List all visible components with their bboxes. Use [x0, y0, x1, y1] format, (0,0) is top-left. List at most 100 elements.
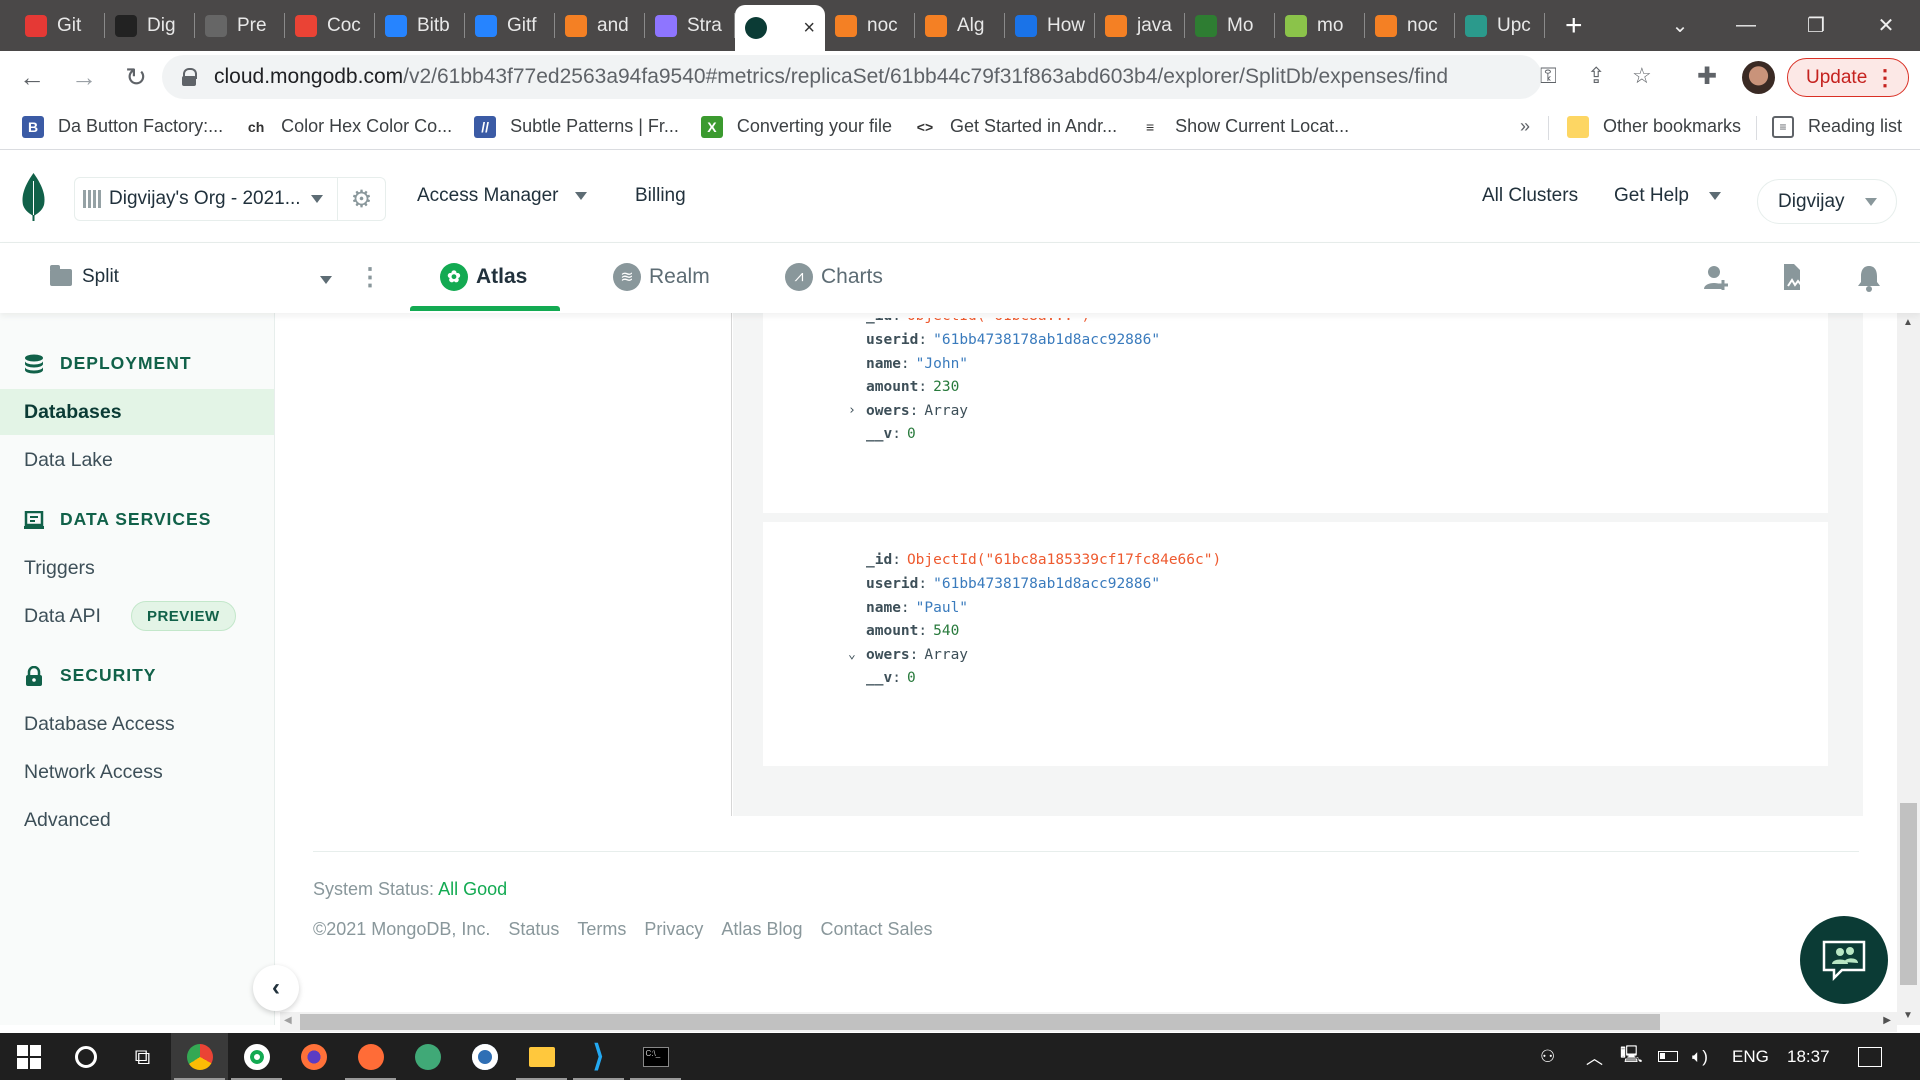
windows-start-button[interactable]	[0, 1033, 57, 1080]
taskbar-vscode[interactable]: ⟩	[570, 1033, 627, 1080]
browser-tab[interactable]: Bitb	[375, 0, 465, 51]
activity-feed-icon[interactable]	[1778, 263, 1808, 293]
org-settings-gear-icon[interactable]: ⚙	[338, 185, 385, 214]
browser-tab[interactable]: Upc	[1455, 0, 1545, 51]
billing-link[interactable]: Billing	[635, 185, 686, 207]
bookmark-item[interactable]: <> Get Started in Andr...	[913, 115, 1117, 138]
sidebar-item-data-lake[interactable]: Data Lake	[0, 437, 274, 483]
sidebar-item-database-access[interactable]: Database Access	[0, 701, 274, 747]
more-bookmarks-chevron-icon[interactable]: »	[1520, 116, 1530, 137]
browser-tab[interactable]: Gitf	[465, 0, 555, 51]
browser-tab[interactable]: How	[1005, 0, 1095, 51]
system-status-value[interactable]: All Good	[438, 879, 507, 899]
taskbar-mongodb-compass[interactable]	[228, 1033, 285, 1080]
reload-button[interactable]: ↻	[116, 58, 156, 98]
access-manager-menu[interactable]: Access Manager	[417, 185, 587, 207]
invite-user-icon[interactable]	[1702, 263, 1732, 293]
minimize-window-button[interactable]: —	[1716, 0, 1776, 51]
horizontal-scrollbar[interactable]: ◀ ▶	[280, 1012, 1897, 1032]
footer-link-terms[interactable]: Terms	[577, 919, 626, 940]
browser-tab[interactable]: and	[555, 0, 645, 51]
footer-link-status[interactable]: Status	[508, 919, 559, 940]
sidebar-item-triggers[interactable]: Triggers	[0, 545, 274, 591]
browser-tab[interactable]: Git	[15, 0, 105, 51]
browser-tab[interactable]: ×	[735, 5, 825, 51]
close-tab-icon[interactable]: ×	[803, 17, 815, 40]
footer-link-contact-sales[interactable]: Contact Sales	[820, 919, 932, 940]
all-clusters-link[interactable]: All Clusters	[1482, 185, 1578, 207]
get-help-menu[interactable]: Get Help	[1614, 185, 1721, 207]
browser-tab[interactable]: Coc	[285, 0, 375, 51]
taskbar-app[interactable]	[456, 1033, 513, 1080]
bookmark-item[interactable]: ch Color Hex Color Co...	[245, 115, 452, 138]
taskbar-atom[interactable]	[399, 1033, 456, 1080]
tab-realm[interactable]: ≋ Realm	[613, 263, 710, 291]
scroll-left-arrow-icon[interactable]: ◀	[284, 1015, 292, 1026]
browser-tab[interactable]: java	[1095, 0, 1185, 51]
mongodb-leaf-logo[interactable]	[21, 173, 46, 221]
scroll-right-arrow-icon[interactable]: ▶	[1883, 1015, 1891, 1026]
clock[interactable]: 18:37	[1787, 1033, 1830, 1080]
volume-icon[interactable]: 🔈︎)	[1692, 1033, 1708, 1080]
expand-chevron-icon[interactable]: ›	[848, 403, 856, 418]
footer-link-atlas-blog[interactable]: Atlas Blog	[721, 919, 802, 940]
bookmark-item[interactable]: B Da Button Factory:...	[22, 115, 223, 138]
org-dropdown[interactable]: Digvijay's Org - 2021...	[75, 178, 338, 220]
profile-avatar[interactable]	[1742, 61, 1775, 94]
update-button[interactable]: Update ⋮	[1787, 58, 1909, 97]
footer-link-privacy[interactable]: Privacy	[644, 919, 703, 940]
bookmark-star-icon[interactable]: ☆	[1632, 63, 1652, 89]
taskbar-postman[interactable]	[342, 1033, 399, 1080]
browser-tab[interactable]: Mo	[1185, 0, 1275, 51]
show-hidden-icons-chevron[interactable]: ︿	[1586, 1033, 1603, 1080]
share-icon[interactable]: ⇪	[1587, 63, 1605, 89]
browser-tab[interactable]: noc	[1365, 0, 1455, 51]
task-view-button[interactable]: ⧉	[114, 1033, 171, 1080]
back-button[interactable]: ←	[12, 58, 52, 98]
restore-window-button[interactable]: ❐	[1786, 0, 1846, 51]
new-tab-button[interactable]: +	[1565, 9, 1583, 43]
battery-icon[interactable]	[1658, 1033, 1678, 1080]
field-value[interactable]: Array	[924, 403, 968, 419]
collapse-sidebar-button[interactable]: ‹	[253, 965, 299, 1011]
scroll-down-arrow-icon[interactable]: ▼	[1903, 1010, 1913, 1021]
bookmark-item[interactable]: ≡ Show Current Locat...	[1139, 115, 1349, 138]
other-bookmarks[interactable]: Other bookmarks	[1567, 115, 1741, 138]
user-menu[interactable]: Digvijay	[1757, 179, 1897, 224]
network-icon[interactable]: 🖳	[1620, 1033, 1643, 1080]
sidebar-item-data-api[interactable]: Data API PREVIEW	[0, 593, 274, 639]
project-caret-down-icon[interactable]	[320, 276, 332, 284]
org-selector[interactable]: Digvijay's Org - 2021... ⚙	[74, 177, 386, 221]
taskbar-chrome[interactable]	[171, 1033, 228, 1080]
browser-tab[interactable]: mo	[1275, 0, 1365, 51]
taskbar-file-explorer[interactable]	[513, 1033, 570, 1080]
project-selector[interactable]: Split	[50, 264, 119, 288]
tab-charts[interactable]: ⩘ Charts	[785, 263, 883, 291]
taskbar-firefox[interactable]	[285, 1033, 342, 1080]
browser-tab[interactable]: Alg	[915, 0, 1005, 51]
close-window-button[interactable]: ✕	[1856, 0, 1916, 51]
extensions-puzzle-icon[interactable]: ✚	[1697, 62, 1717, 91]
tab-atlas[interactable]: ✿ Atlas	[440, 263, 527, 291]
browser-tab[interactable]: Stra	[645, 0, 735, 51]
bookmark-item[interactable]: // Subtle Patterns | Fr...	[474, 115, 679, 138]
project-more-vertical-icon[interactable]: ⋮	[358, 263, 382, 292]
sidebar-item-advanced[interactable]: Advanced	[0, 797, 274, 843]
field-value[interactable]: Array	[924, 647, 968, 663]
action-center-icon[interactable]	[1858, 1033, 1882, 1080]
scroll-up-arrow-icon[interactable]: ▲	[1903, 317, 1913, 328]
horizontal-scroll-thumb[interactable]	[300, 1014, 1660, 1030]
bookmark-item[interactable]: X Converting your file	[700, 115, 892, 138]
key-icon[interactable]: ⚿	[1540, 63, 1557, 89]
chat-support-button[interactable]	[1800, 916, 1888, 1004]
browser-tab[interactable]: Pre	[195, 0, 285, 51]
sidebar-item-network-access[interactable]: Network Access	[0, 749, 274, 795]
forward-button[interactable]: →	[64, 58, 104, 98]
cortana-search-button[interactable]	[57, 1033, 114, 1080]
taskbar-terminal[interactable]: C:\_	[627, 1033, 684, 1080]
reading-list[interactable]: ≡ Reading list	[1772, 115, 1902, 138]
people-icon[interactable]: ⚇	[1540, 1033, 1555, 1080]
collapse-chevron-icon[interactable]: ⌄	[848, 647, 856, 662]
vertical-scrollbar[interactable]: ▲ ▼	[1897, 313, 1920, 1025]
notifications-bell-icon[interactable]	[1854, 263, 1884, 293]
